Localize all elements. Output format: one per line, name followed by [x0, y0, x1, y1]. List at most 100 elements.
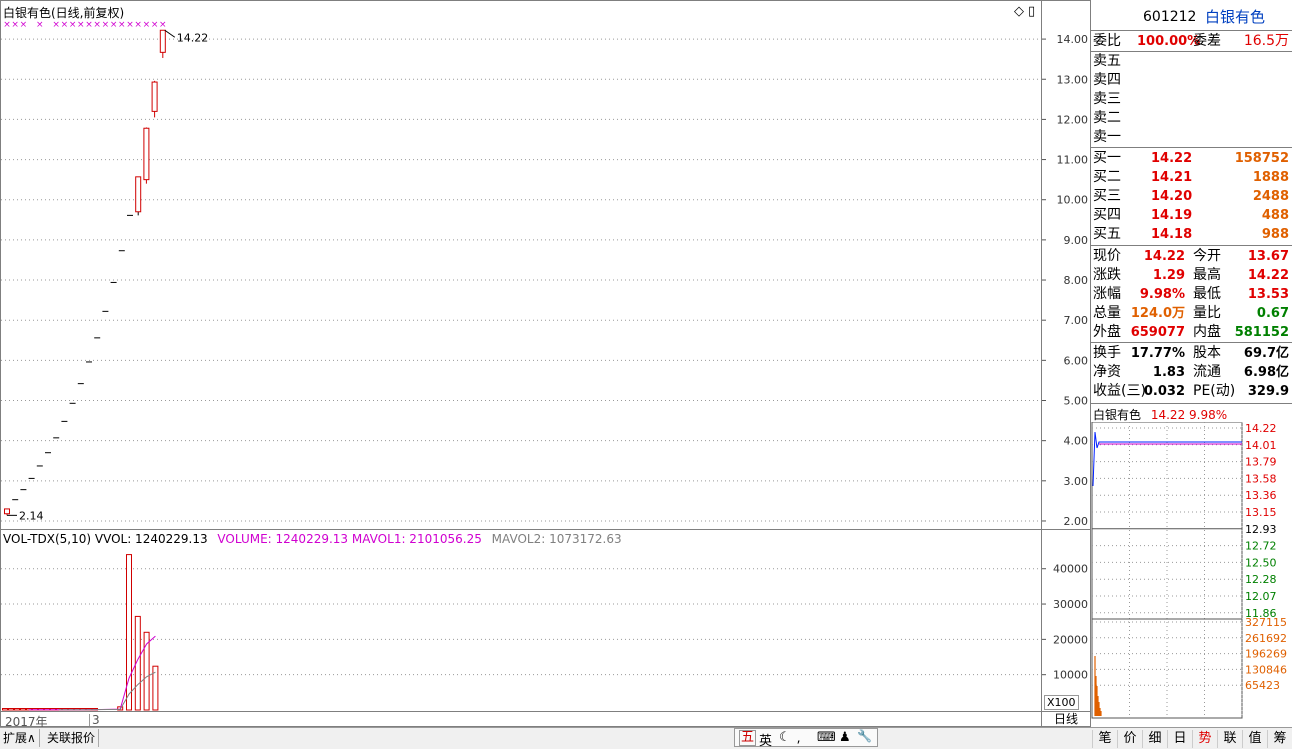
buy-label: 买二 — [1093, 169, 1121, 185]
last-price-label: 14.22 — [177, 31, 209, 44]
price-axis-label: 10.00 — [1057, 194, 1089, 207]
mini-volume-label: 327115 — [1245, 616, 1287, 629]
right-tab-0[interactable]: 笔 — [1092, 730, 1117, 748]
right-tab-3[interactable]: 日 — [1167, 730, 1192, 748]
ime-mode-icon[interactable]: 五 — [739, 730, 757, 746]
right-tab-6[interactable]: 值 — [1242, 730, 1267, 748]
limit-marker: × — [52, 20, 60, 30]
limit-marker: × — [110, 20, 118, 30]
price-axis-label: 13.00 — [1057, 73, 1089, 86]
limit-marker: × — [126, 20, 134, 30]
volume-axis-label: 20000 — [1053, 633, 1088, 646]
intraday-mini-chart[interactable]: 14.22 14.01 13.79 13.58 13.36 13.15 12.93 12.72… — [1090, 422, 1292, 720]
mini-volume-label: 261692 — [1245, 632, 1287, 645]
candle-body — [159, 29, 166, 53]
volume-bar — [2, 708, 8, 711]
stat-label: 总量 — [1093, 305, 1121, 321]
mini-price-label: 12.93 — [1245, 523, 1277, 536]
fin-value: 329.9 — [1247, 384, 1289, 399]
buy-row: 买三 14.20 2488 — [1093, 187, 1289, 206]
fin-label: 收益(三) — [1093, 383, 1146, 399]
fin-label: PE(动) — [1193, 383, 1236, 399]
price-axis-ticks: 14.00 13.00 12.00 11.00 10.00 9.00 8.00 7.00 6.0… — [1042, 33, 1089, 528]
ime-keyboard-icon[interactable]: ⌨ — [817, 730, 836, 745]
mini-price-label: 13.79 — [1245, 456, 1277, 469]
mini-volume-label: 65423 — [1245, 679, 1280, 692]
mini-volume-label: 130846 — [1245, 663, 1287, 676]
right-tab-2[interactable]: 细 — [1142, 730, 1167, 748]
mini-chart-title: 白银有色 14.22 9.98% — [1093, 406, 1227, 423]
kline-panel[interactable]: 白银有色(日线,前复权) ◇ ▯ × × × × × × × × × × × × × × × × × × 14.22… — [0, 0, 1042, 530]
ime-punct-icon[interactable]: ⸴ — [797, 730, 800, 748]
volume-unit: X100 — [1044, 695, 1079, 710]
mini-price-label: 12.07 — [1245, 590, 1277, 603]
price-axis-label: 14.00 — [1057, 33, 1089, 46]
mini-price-label: 13.36 — [1245, 489, 1277, 502]
buy-row: 买四 14.19 488 — [1093, 206, 1289, 225]
limit-marker: × — [102, 20, 110, 30]
ime-english-icon[interactable]: 英 — [759, 730, 772, 749]
right-tab-7[interactable]: 筹 — [1267, 730, 1292, 748]
limit-marker: × — [93, 20, 101, 30]
price-axis-label: 7.00 — [1064, 314, 1089, 327]
volume-axis: 40000 30000 20000 10000 X100 — [1041, 529, 1091, 712]
mini-price-label: 14.22 — [1245, 422, 1277, 435]
weicha-value: 16.5万 — [1243, 33, 1289, 49]
candle-body — [135, 176, 142, 213]
volume-axis-label: 30000 — [1053, 598, 1088, 611]
ime-user-icon[interactable]: ♟ — [839, 730, 851, 745]
sell-label: 卖二 — [1093, 110, 1121, 126]
buy-label: 买三 — [1093, 188, 1121, 204]
ime-moon-icon[interactable]: ☾ — [779, 730, 791, 745]
stat-value: 9.98% — [1139, 287, 1185, 302]
price-axis-label: 12.00 — [1057, 113, 1089, 126]
right-tab-bar: 笔价细日势联值筹 — [1090, 727, 1292, 748]
sell-label: 卖三 — [1093, 91, 1121, 107]
weibi-label: 委比 — [1093, 33, 1121, 49]
sell-label: 卖一 — [1093, 129, 1121, 145]
sell-row: 卖四 — [1093, 71, 1289, 90]
stat-row: 总量 124.0万 量比 0.67 — [1093, 304, 1289, 323]
buy-price: 14.19 — [1151, 208, 1193, 223]
fin-value: 1.83 — [1152, 365, 1185, 380]
stat-value: 14.22 — [1143, 249, 1185, 264]
stat-label: 最高 — [1193, 267, 1221, 283]
mini-price-label: 13.58 — [1245, 472, 1277, 485]
right-tab-5[interactable]: 联 — [1217, 730, 1242, 748]
low-price-label: 2.14 — [19, 509, 44, 522]
volume-panel[interactable]: VOL-TDX(5,10) VVOL: 1240229.13 VOLUME: 1… — [0, 529, 1042, 712]
last-price-pointer — [164, 29, 176, 38]
price-axis-label: 4.00 — [1064, 435, 1089, 448]
price-axis-label: 6.00 — [1064, 354, 1089, 367]
limit-marker: × — [61, 20, 69, 30]
weibi-row: 委比 100.00% 委差 16.5万 — [1093, 32, 1289, 51]
stat-label: 涨幅 — [1093, 286, 1121, 302]
tab-related-quotes[interactable]: 关联报价 — [44, 729, 100, 747]
stat-label: 涨跌 — [1093, 267, 1121, 283]
period-selector[interactable]: 日线 — [1041, 711, 1091, 727]
sell-label: 卖五 — [1093, 53, 1121, 69]
limit-marker: × — [151, 20, 159, 30]
tab-extend[interactable]: 扩展∧ — [0, 729, 40, 747]
right-tab-4[interactable]: 势 — [1192, 730, 1217, 748]
fin-value: 0.032 — [1143, 384, 1185, 399]
stat-row: 外盘 659077 内盘 581152 — [1093, 323, 1289, 342]
buy-label: 买五 — [1093, 226, 1121, 242]
price-axis-label: 8.00 — [1064, 274, 1089, 287]
fin-row: 换手 17.77% 股本 69.7亿 — [1093, 344, 1289, 363]
stat-value: 1.29 — [1152, 268, 1185, 283]
stat-label: 最低 — [1193, 286, 1221, 302]
limit-marker: × — [85, 20, 93, 30]
quote-panel: 601212 白银有色 委比 100.00% 委差 16.5万 白银有色 14.… — [1090, 0, 1292, 748]
volume-axis-label: 40000 — [1053, 563, 1088, 576]
stat-label: 内盘 — [1193, 324, 1221, 340]
buy-row: 买五 14.18 988 — [1093, 225, 1289, 244]
ime-wrench-icon[interactable]: 🔧 — [857, 729, 872, 743]
stat-label: 现价 — [1093, 248, 1121, 264]
weibi-value: 100.00% — [1137, 34, 1201, 49]
candle-body — [4, 508, 10, 515]
sell-label: 卖四 — [1093, 72, 1121, 88]
right-tab-1[interactable]: 价 — [1117, 730, 1142, 748]
ime-toolbar[interactable]: 五 英 ☾ ⸴ ⌨ ♟ 🔧 — [734, 728, 878, 749]
mini-price-label: 13.15 — [1245, 506, 1277, 519]
